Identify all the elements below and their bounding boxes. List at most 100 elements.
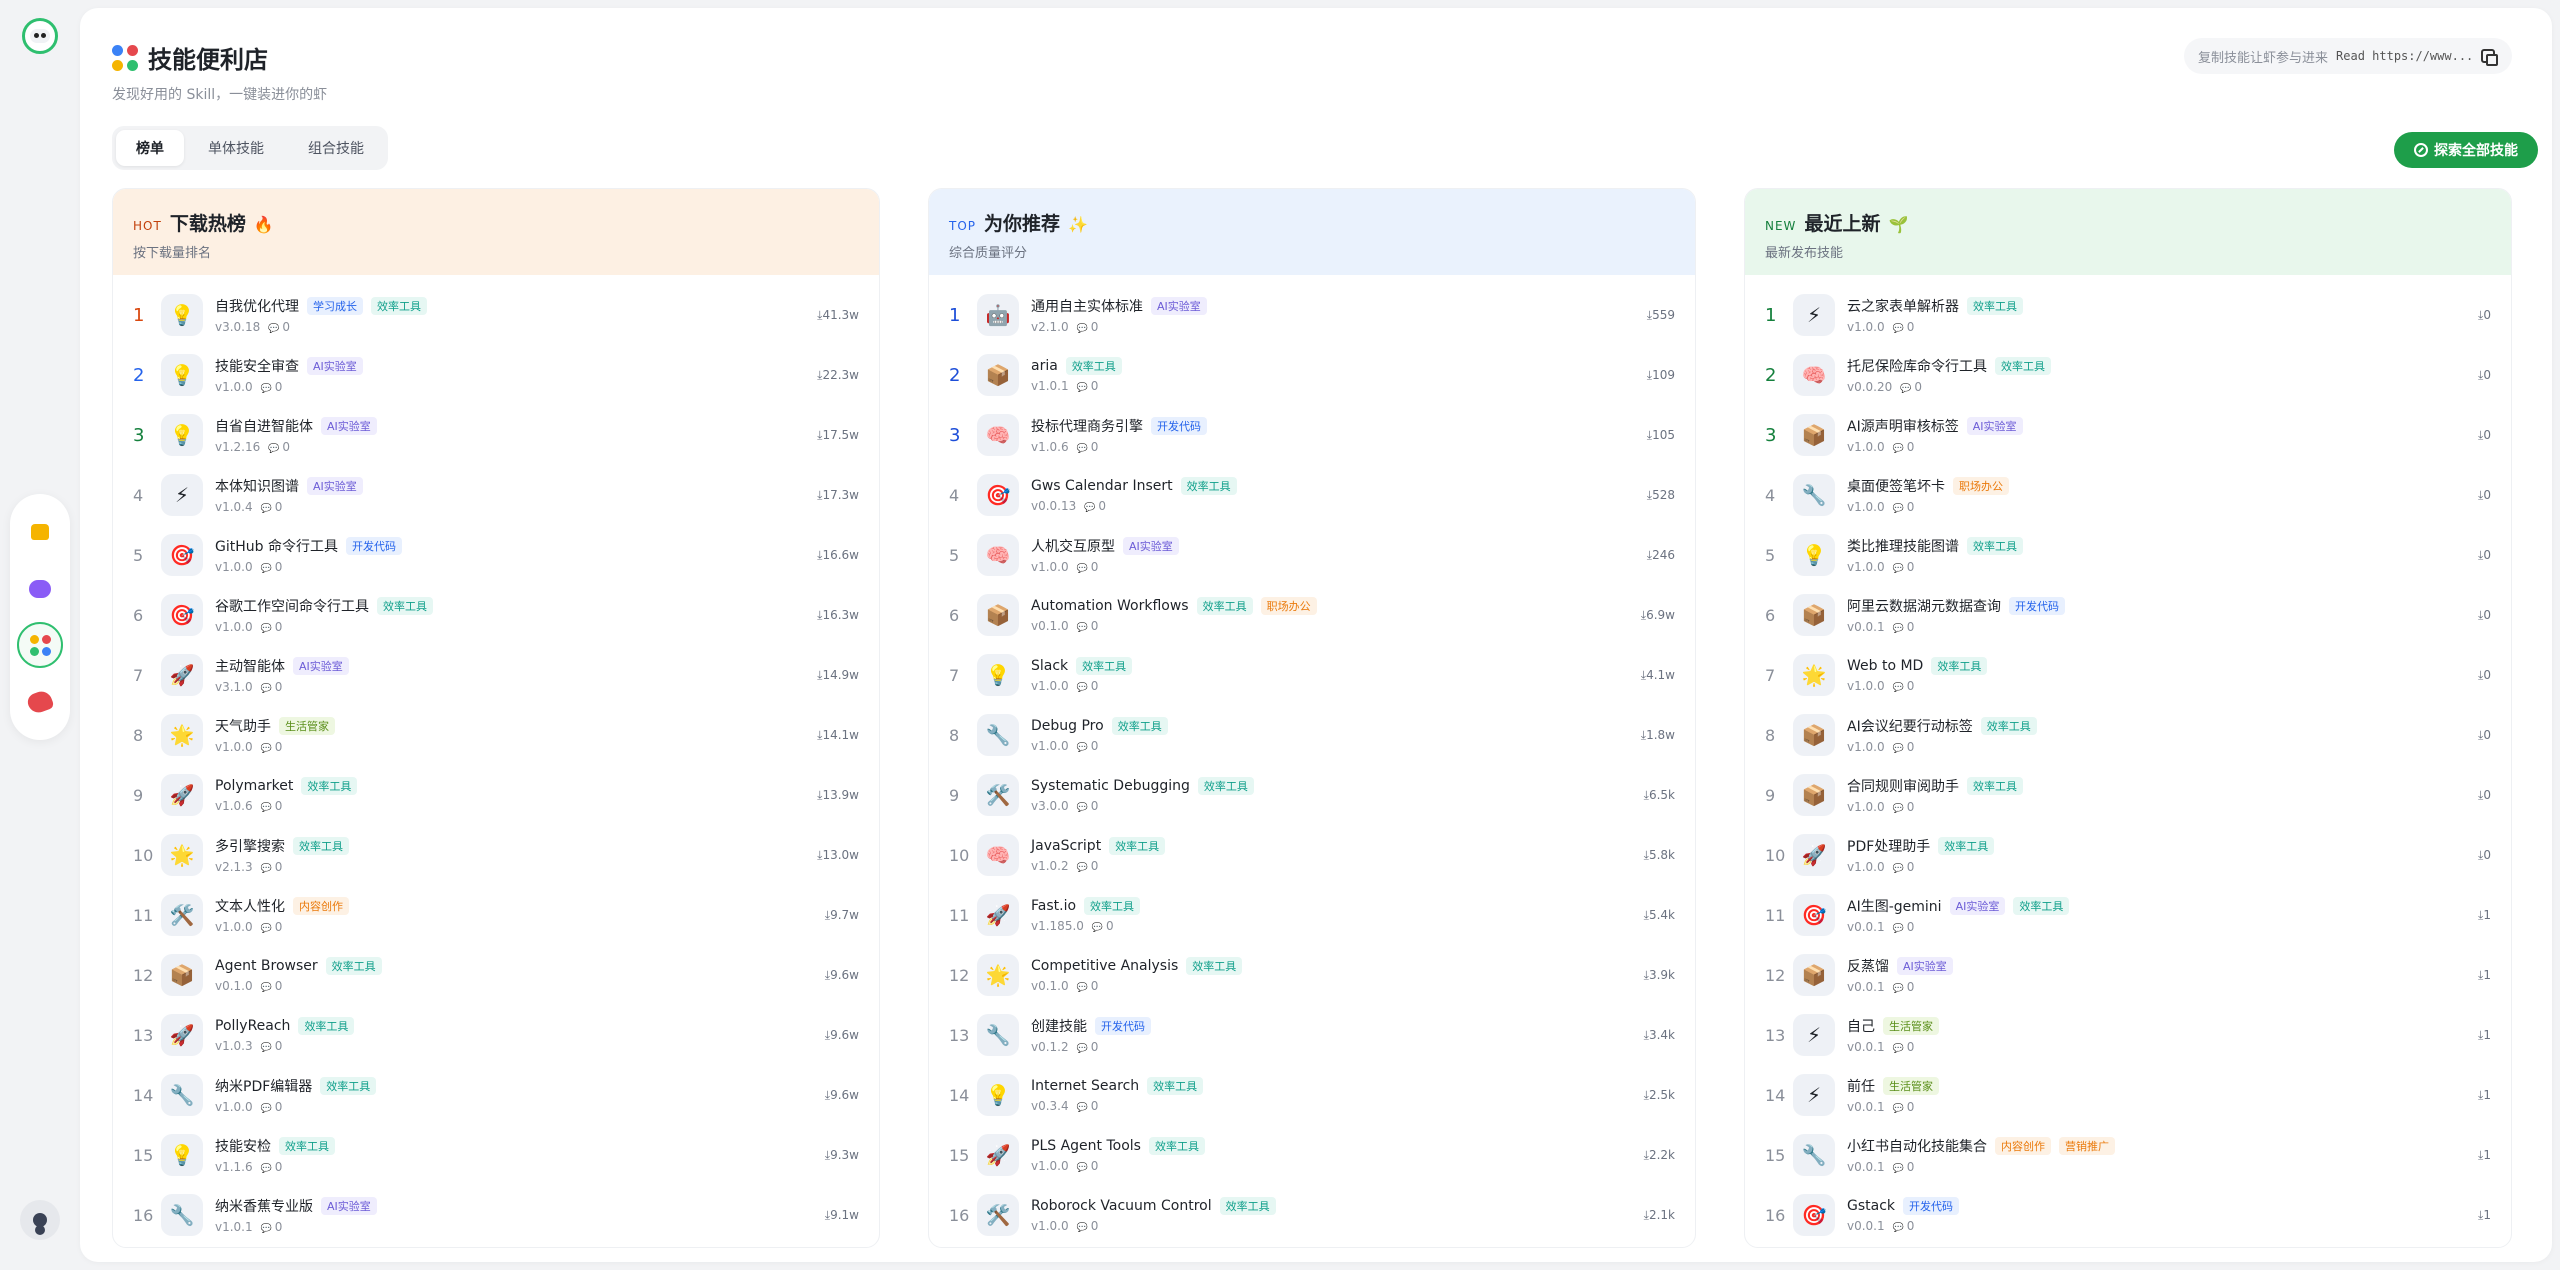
- copy-skill-prompt[interactable]: 复制技能让虾参与进来 Read https://www...: [2184, 38, 2512, 74]
- category-badge[interactable]: 开发代码: [345, 537, 402, 555]
- category-badge[interactable]: 效率工具: [298, 1017, 355, 1035]
- skill-list-item[interactable]: 6 📦 阿里云数据湖元数据查询 开发代码 v0.0.1 💬 0 ⤓0: [1765, 585, 2491, 645]
- category-badge[interactable]: AI实验室: [1949, 897, 2006, 915]
- category-badge[interactable]: 效率工具: [1931, 657, 1988, 675]
- skill-name[interactable]: JavaScript: [1031, 838, 1101, 854]
- skill-name[interactable]: 纳米PDF编辑器: [215, 1076, 312, 1096]
- skill-name[interactable]: 自己: [1847, 1016, 1875, 1036]
- category-badge[interactable]: 效率工具: [1967, 537, 2023, 555]
- category-badge[interactable]: 效率工具: [1967, 297, 2023, 315]
- skill-list-item[interactable]: 10 🚀 PDF处理助手 效率工具 v1.0.0 💬 0 ⤓0: [1765, 825, 2491, 885]
- category-badge[interactable]: AI实验室: [1123, 537, 1179, 555]
- skill-list-item[interactable]: 2 📦 aria 效率工具 v1.0.1 💬 0 ⤓109: [949, 345, 1675, 405]
- category-badge[interactable]: 营销推广: [2059, 1137, 2115, 1155]
- category-badge[interactable]: AI实验室: [293, 657, 349, 675]
- category-badge[interactable]: 效率工具: [1197, 777, 1254, 795]
- skill-list-item[interactable]: 6 🎯 谷歌工作空间命令行工具 效率工具 v1.0.0 💬 0 ⤓16.3w: [133, 585, 859, 645]
- skill-name[interactable]: 阿里云数据湖元数据查询: [1847, 596, 2001, 616]
- category-badge[interactable]: 效率工具: [1995, 357, 2051, 375]
- skill-name[interactable]: Slack: [1031, 658, 1068, 674]
- category-badge[interactable]: 效率工具: [1180, 477, 1237, 495]
- skill-list-item[interactable]: 1 💡 自我优化代理 学习成长 效率工具 v3.0.18 💬 0 ⤓41.3w: [133, 285, 859, 345]
- skill-name[interactable]: 投标代理商务引擎: [1031, 416, 1143, 436]
- skill-name[interactable]: Systematic Debugging: [1031, 778, 1190, 794]
- category-badge[interactable]: 效率工具: [1938, 837, 1995, 855]
- category-badge[interactable]: 效率工具: [2013, 897, 2070, 915]
- category-badge[interactable]: AI实验室: [307, 477, 363, 495]
- skill-list-item[interactable]: 15 💡 技能安检 效率工具 v1.1.6 💬 0 ⤓9.3w: [133, 1125, 859, 1185]
- skill-name[interactable]: 托尼保险库命令行工具: [1847, 356, 1987, 376]
- category-badge[interactable]: AI实验室: [321, 417, 377, 435]
- skill-list-item[interactable]: 16 🎯 Gstack 开发代码 v0.0.1 💬 0 ⤓1: [1765, 1185, 2491, 1245]
- tab-single-skills[interactable]: 单体技能: [188, 130, 284, 166]
- skill-name[interactable]: Debug Pro: [1031, 718, 1104, 734]
- category-badge[interactable]: AI实验室: [1966, 417, 2023, 435]
- skill-name[interactable]: 技能安全审查: [215, 356, 299, 376]
- category-badge[interactable]: 效率工具: [1076, 657, 1133, 675]
- skill-list-item[interactable]: 13 🔧 创建技能 开发代码 v0.1.2 💬 0 ⤓3.4k: [949, 1005, 1675, 1065]
- skill-name[interactable]: 文本人性化: [215, 896, 285, 916]
- skill-name[interactable]: Web to MD: [1847, 658, 1923, 674]
- skill-name[interactable]: 自省自进智能体: [215, 416, 313, 436]
- category-badge[interactable]: 效率工具: [1109, 837, 1166, 855]
- skill-list-item[interactable]: 12 📦 Agent Browser 效率工具 v0.1.0 💬 0 ⤓9.6w: [133, 945, 859, 1005]
- tab-leaderboard[interactable]: 榜单: [116, 130, 184, 166]
- skill-list-item[interactable]: 7 🌟 Web to MD 效率工具 v1.0.0 💬 0 ⤓0: [1765, 645, 2491, 705]
- rail-home-button[interactable]: [17, 509, 63, 555]
- skill-list-item[interactable]: 16 🛠️ Roborock Vacuum Control 效率工具 v1.0.0 💬 0…: [949, 1185, 1675, 1245]
- skill-name[interactable]: 反蒸馏: [1847, 956, 1889, 976]
- category-badge[interactable]: 效率工具: [1065, 357, 1122, 375]
- skill-name[interactable]: AI生图-gemini: [1847, 896, 1942, 916]
- category-badge[interactable]: 效率工具: [1196, 597, 1253, 615]
- category-badge[interactable]: 效率工具: [1186, 957, 1243, 975]
- skill-list-item[interactable]: 14 🔧 纳米PDF编辑器 效率工具 v1.0.0 💬 0 ⤓9.6w: [133, 1065, 859, 1125]
- skill-list-item[interactable]: 1 ⚡ 云之家表单解析器 效率工具 v1.0.0 💬 0 ⤓0: [1765, 285, 2491, 345]
- skill-list-item[interactable]: 5 💡 类比推理技能图谱 效率工具 v1.0.0 💬 0 ⤓0: [1765, 525, 2491, 585]
- skill-name[interactable]: Fast.io: [1031, 898, 1076, 914]
- category-badge[interactable]: 效率工具: [1084, 897, 1141, 915]
- category-badge[interactable]: AI实验室: [1151, 297, 1207, 315]
- skill-name[interactable]: Agent Browser: [215, 958, 318, 974]
- category-badge[interactable]: 职场办公: [1260, 597, 1317, 615]
- skill-name[interactable]: Automation Workflows: [1031, 598, 1189, 614]
- skill-list-item[interactable]: 10 🌟 多引擎搜索 效率工具 v2.1.3 💬 0 ⤓13.0w: [133, 825, 859, 885]
- category-badge[interactable]: AI实验室: [307, 357, 363, 375]
- skill-list-item[interactable]: 7 💡 Slack 效率工具 v1.0.0 💬 0 ⤓4.1w: [949, 645, 1675, 705]
- skill-name[interactable]: 云之家表单解析器: [1847, 296, 1959, 316]
- skill-name[interactable]: AI源声明审核标签: [1847, 416, 1959, 436]
- skill-list-item[interactable]: 2 💡 技能安全审查 AI实验室 v1.0.0 💬 0 ⤓22.3w: [133, 345, 859, 405]
- skill-list-item[interactable]: 3 📦 AI源声明审核标签 AI实验室 v1.0.0 💬 0 ⤓0: [1765, 405, 2491, 465]
- skill-name[interactable]: 类比推理技能图谱: [1847, 536, 1959, 556]
- skill-name[interactable]: Gws Calendar Insert: [1031, 478, 1173, 494]
- skill-name[interactable]: 桌面便签笔坏卡: [1847, 476, 1945, 496]
- skill-list-item[interactable]: 13 ⚡ 自己 生活管家 v0.0.1 💬 0 ⤓1: [1765, 1005, 2491, 1065]
- category-badge[interactable]: 效率工具: [1111, 717, 1168, 735]
- app-logo[interactable]: [22, 18, 58, 54]
- skill-list-item[interactable]: 14 ⚡ 前任 生活管家 v0.0.1 💬 0 ⤓1: [1765, 1065, 2491, 1125]
- skill-list-item[interactable]: 12 📦 反蒸馏 AI实验室 v0.0.1 💬 0 ⤓1: [1765, 945, 2491, 1005]
- skill-name[interactable]: PLS Agent Tools: [1031, 1138, 1141, 1154]
- category-badge[interactable]: 生活管家: [279, 717, 335, 735]
- rail-bot-button[interactable]: [17, 566, 63, 612]
- skill-list-item[interactable]: 3 🧠 投标代理商务引擎 开发代码 v1.0.6 💬 0 ⤓105: [949, 405, 1675, 465]
- category-badge[interactable]: 开发代码: [1151, 417, 1207, 435]
- skill-name[interactable]: 自我优化代理: [215, 296, 299, 316]
- skill-name[interactable]: 合同规则审阅助手: [1847, 776, 1959, 796]
- skill-name[interactable]: 谷歌工作空间命令行工具: [215, 596, 369, 616]
- skill-list-item[interactable]: 8 📦 AI会议纪要行动标签 效率工具 v1.0.0 💬 0 ⤓0: [1765, 705, 2491, 765]
- skill-name[interactable]: 技能安检: [215, 1136, 271, 1156]
- skill-list-item[interactable]: 4 🔧 桌面便签笔坏卡 职场办公 v1.0.0 💬 0 ⤓0: [1765, 465, 2491, 525]
- skill-name[interactable]: 天气助手: [215, 716, 271, 736]
- skill-name[interactable]: 小红书自动化技能集合: [1847, 1136, 1987, 1156]
- skill-name[interactable]: PollyReach: [215, 1018, 290, 1034]
- skill-name[interactable]: 本体知识图谱: [215, 476, 299, 496]
- skill-name[interactable]: 前任: [1847, 1076, 1875, 1096]
- skill-list-item[interactable]: 8 🔧 Debug Pro 效率工具 v1.0.0 💬 0 ⤓1.8w: [949, 705, 1675, 765]
- skill-list-item[interactable]: 6 📦 Automation Workflows 效率工具 职场办公 v0.1.0 💬 0 ⤓…: [949, 585, 1675, 645]
- skill-list-item[interactable]: 12 🌟 Competitive Analysis 效率工具 v0.1.0 💬 0 ⤓3.9…: [949, 945, 1675, 1005]
- skill-name[interactable]: Polymarket: [215, 778, 293, 794]
- skill-list-item[interactable]: 15 🚀 PLS Agent Tools 效率工具 v1.0.0 💬 0 ⤓2.2k: [949, 1125, 1675, 1185]
- category-badge[interactable]: 效率工具: [1980, 717, 2037, 735]
- skill-name[interactable]: 主动智能体: [215, 656, 285, 676]
- category-badge[interactable]: 内容创作: [293, 897, 349, 915]
